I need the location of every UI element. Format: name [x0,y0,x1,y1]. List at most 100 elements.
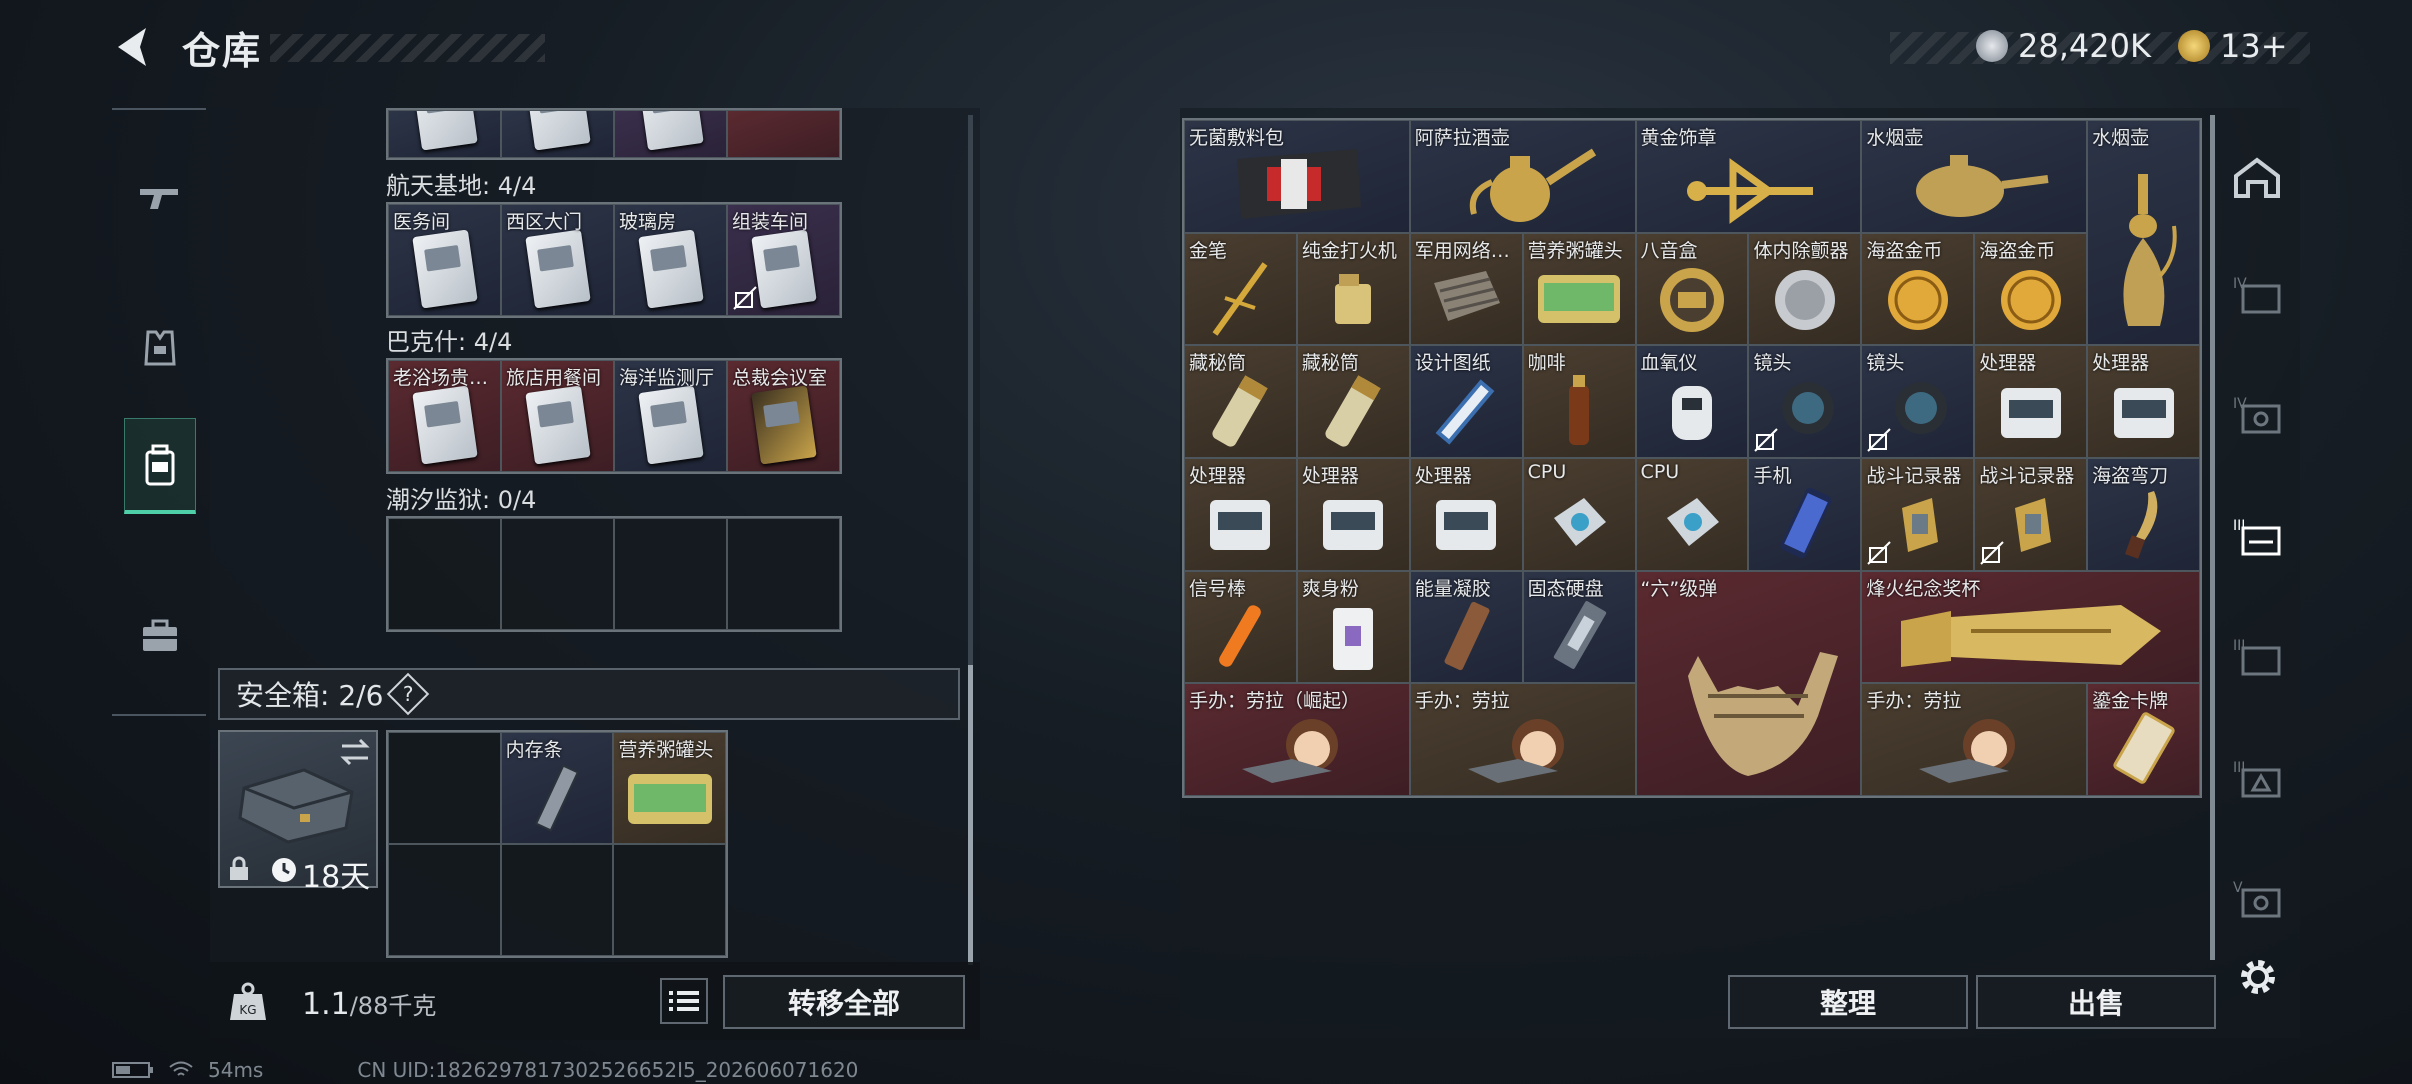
safe-item-ram[interactable]: 内存条 [500,732,614,844]
stash-item[interactable]: 金笔 [1184,232,1297,346]
keycard-item[interactable]: 总裁会议室 [727,360,840,472]
keycard-item[interactable]: 旅店用餐间 [501,360,614,472]
stash-item[interactable]: 营养粥罐头 [1522,232,1636,346]
stash-item[interactable]: 黄金饰章 [1635,120,1862,233]
stash-tab-home[interactable] [2228,128,2286,228]
stash-tab-v[interactable]: V [2228,848,2286,948]
keycard-slot[interactable] [727,110,840,158]
empty-slot[interactable] [388,518,501,630]
stash-item[interactable]: 军用网络… [1409,232,1523,346]
stash-tab-iii-active[interactable]: III [2228,486,2286,586]
safe-box-case[interactable]: 18天 [218,730,378,895]
keycard-slot[interactable] [614,110,727,158]
stash-item[interactable]: 藏秘筒 [1184,345,1297,458]
stash-item[interactable]: 固态硬盘 [1522,570,1636,684]
keycard-grid-partial [386,108,842,160]
empty-slot[interactable] [388,844,501,956]
keycard-item[interactable]: 海洋监测厅 [614,360,727,472]
stash-item[interactable]: 处理器 [1184,457,1297,571]
stash-item[interactable]: 海盗金币 [1861,232,1975,346]
stash-item[interactable]: 能量凝胶 [1409,570,1523,684]
tab-equipment[interactable] [124,300,196,396]
stash-item[interactable]: 信号棒 [1184,570,1297,684]
stash-item[interactable]: 阿萨拉酒壶 [1409,120,1636,233]
sell-button[interactable]: 出售 [1976,975,2216,1029]
empty-slot[interactable] [500,844,614,956]
left-scrollbar-thumb[interactable] [968,665,973,965]
currency-a[interactable]: 28,420K [1976,26,2151,66]
safe-box-header: 安全箱: 2/6 ? [218,668,960,720]
currency-b-value: 13+ [2220,27,2288,65]
tab-storage[interactable] [124,418,196,514]
stash-tab-iii-c[interactable]: III [2228,728,2286,828]
stash-item[interactable]: 战斗记录器 [1861,457,1975,571]
stash-tab-iv-b[interactable]: IV [2228,364,2286,464]
empty-slot[interactable] [613,844,726,956]
help-icon[interactable]: ? [387,672,430,716]
stash-item[interactable]: 藏秘筒 [1296,345,1410,458]
stash-item[interactable]: 手办：劳拉 [1409,683,1636,796]
transfer-all-button[interactable]: 转移全部 [723,975,965,1029]
stash-item[interactable]: 处理器 [2087,345,2200,458]
sort-button[interactable]: 整理 [1728,975,1968,1029]
empty-slot[interactable] [614,518,727,630]
keycard-item[interactable]: 玻璃房 [614,204,727,316]
keycard-item[interactable]: 老浴场贵… [388,360,501,472]
right-scrollbar[interactable] [2210,115,2215,960]
stash-tabs: IV IV III III III V [2224,108,2290,948]
keycard-item[interactable]: 医务间 [388,204,501,316]
keycard-slot[interactable] [388,110,501,158]
stash-item[interactable]: 海盗弯刀 [2087,457,2200,571]
empty-slot[interactable] [388,732,501,844]
stash-item[interactable]: 手机 [1748,457,1862,571]
stash-item[interactable]: 手办：劳拉（崛起） [1184,683,1410,796]
stash-item[interactable]: 镜头 [1748,345,1862,458]
weight-display: 1.1/88千克 [302,987,437,1022]
keycard-grid-aerospace: 医务间 西区大门 玻璃房 组装车间 [386,202,842,318]
stash-item[interactable]: CPU [1635,457,1749,571]
tab-case[interactable] [124,588,196,684]
lock-icon [230,856,248,880]
stash-item[interactable]: 处理器 [1409,457,1523,571]
stash-item[interactable]: 海盗金币 [1974,232,2088,346]
stash-item[interactable]: “六”级弹 [1635,570,1862,796]
currency-b[interactable]: 13+ [2178,26,2288,66]
stash-item[interactable]: CPU [1522,457,1636,571]
stash-item[interactable]: 爽身粉 [1296,570,1410,684]
stash-item[interactable]: 鎏金卡牌 [2087,683,2200,796]
stash-item[interactable]: 咖啡 [1522,345,1636,458]
backpack-icon [145,444,175,485]
back-arrow-icon [118,28,146,66]
stash-item[interactable]: 水烟壶 [2087,120,2200,346]
empty-slot[interactable] [501,518,614,630]
stash-item[interactable]: 水烟壶 [1861,120,2088,233]
stash-tab-iv-a[interactable]: IV [2228,244,2286,344]
stash-item[interactable]: 处理器 [1974,345,2088,458]
safe-item-porridge[interactable]: 营养粥罐头 [613,732,726,844]
settings-button[interactable] [2236,955,2280,999]
keycard-item[interactable]: 西区大门 [501,204,614,316]
stash-item[interactable]: 手办：劳拉 [1861,683,2088,796]
safe-box-label: 安全箱: 2/6 [236,679,384,712]
section-label: 潮汐监狱: 0/4 [386,486,537,514]
stash-item[interactable]: 设计图纸 [1409,345,1523,458]
stash-item[interactable]: 血氧仪 [1635,345,1749,458]
stash-item[interactable]: 战斗记录器 [1974,457,2088,571]
stash-item[interactable]: 镜头 [1861,345,1975,458]
stash-item[interactable]: 纯金打火机 [1296,232,1410,346]
list-view-button[interactable] [660,978,708,1024]
stash-item[interactable]: 烽火纪念奖杯 [1861,570,2200,684]
stash-item[interactable]: 无菌敷料包 [1184,120,1410,233]
tab-weapons[interactable] [124,150,196,246]
keycard-grid-bakhsh: 老浴场贵… 旅店用餐间 海洋监测厅 总裁会议室 [386,358,842,474]
unsellable-icon [1867,540,1892,565]
keycard-item[interactable]: 组装车间 [727,204,840,316]
stash-item[interactable]: 体内除颤器 [1748,232,1862,346]
stash-item[interactable]: 处理器 [1296,457,1410,571]
stash-item[interactable]: 八音盒 [1635,232,1749,346]
keycard-slot[interactable] [501,110,614,158]
empty-slot[interactable] [727,518,840,630]
back-button[interactable] [110,22,160,72]
stash-v-icon: V [2233,880,2281,918]
stash-tab-iii-b[interactable]: III [2228,606,2286,706]
